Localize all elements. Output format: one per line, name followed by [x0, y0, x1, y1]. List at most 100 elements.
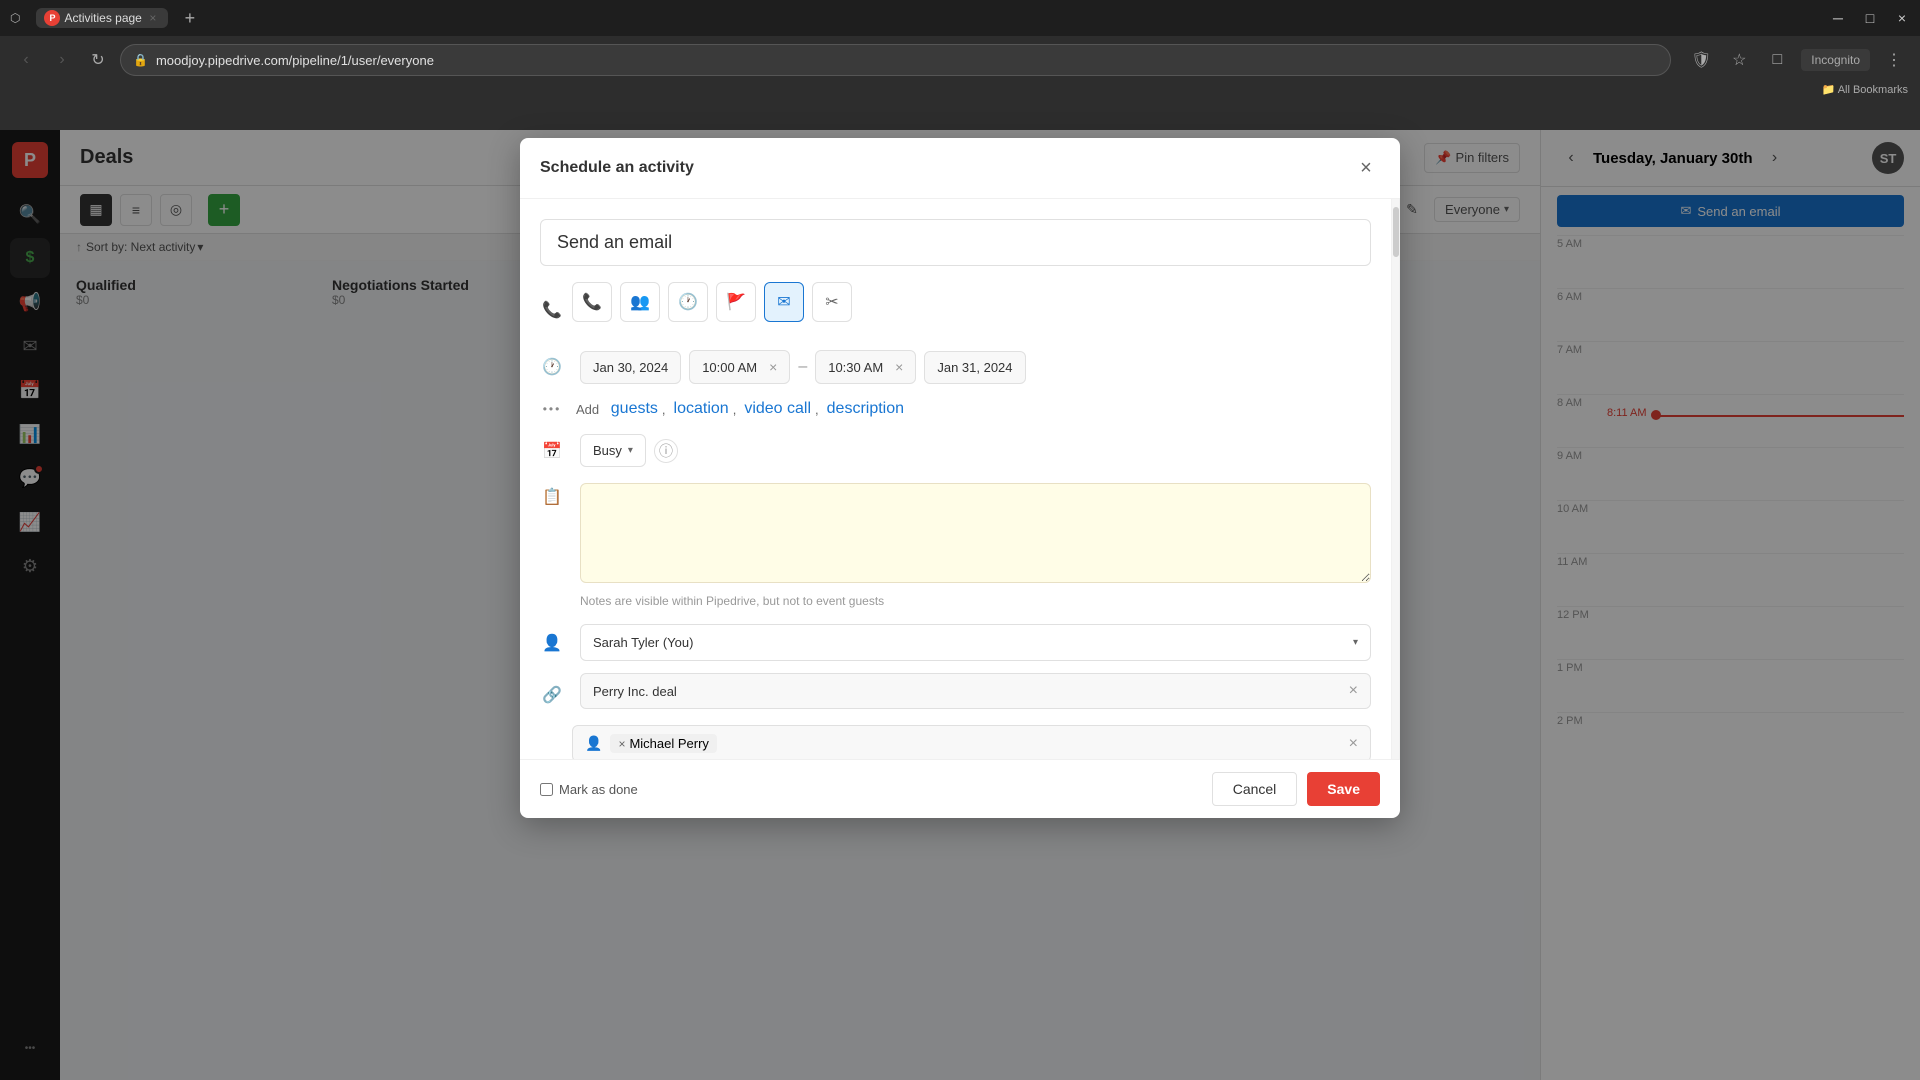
browser-chrome: ⬡ P Activities page × + ─ □ × ‹ › ↻ 🔒 mo… [0, 0, 1920, 130]
add-label: Add [576, 402, 599, 417]
add-guests-link[interactable]: guests [611, 400, 658, 418]
tab-close-button[interactable]: × [146, 11, 160, 25]
star-icon[interactable]: ☆ [1725, 46, 1753, 74]
shield-icon[interactable]: 🛡 [1687, 46, 1715, 74]
maximize-button[interactable]: □ [1862, 10, 1878, 26]
start-time-value: 10:00 AM [702, 360, 757, 375]
type-call-button[interactable]: 📞 [572, 282, 612, 322]
profile-button[interactable]: Incognito [1801, 49, 1870, 71]
modal-close-button[interactable]: × [1352, 154, 1380, 182]
activity-type-row-icon: 📞 [540, 300, 564, 320]
assignee-chevron: ▾ [1353, 637, 1358, 648]
status-select[interactable]: Busy ▾ [580, 434, 646, 467]
bookmarks-bar-label: 📁 All Bookmarks [1822, 83, 1908, 96]
clock-row-icon: 🕐 [540, 357, 564, 377]
clock-icon: 🕐 [542, 357, 562, 377]
type-other-button[interactable]: ✂ [812, 282, 852, 322]
add-description-link[interactable]: description [827, 400, 904, 418]
datetime-row: 🕐 Jan 30, 2024 10:00 AM × – 10:30 AM × [540, 350, 1371, 384]
modal-overlay: Schedule an activity × 📞 📞 [0, 130, 1920, 1080]
tab-title: Activities page [64, 11, 141, 25]
modal-header: Schedule an activity × [520, 138, 1400, 199]
type-email-button[interactable]: ✉ [764, 282, 804, 322]
footer-actions: Cancel Save [1212, 772, 1380, 806]
tab-favicon: P [44, 10, 60, 26]
end-time-clear-button[interactable]: × [895, 359, 903, 375]
lock-icon: 🔒 [133, 53, 148, 67]
deal-label: Perry Inc. deal [593, 684, 1349, 699]
person-field-icon: 👤 [585, 735, 602, 752]
notes-textarea[interactable] [580, 483, 1371, 583]
link-icon: 🔗 [542, 685, 562, 705]
add-space [603, 402, 607, 417]
notes-row-icon: 📋 [540, 487, 564, 507]
new-tab-button[interactable]: + [176, 4, 204, 32]
person-tag: × Michael Perry [610, 734, 716, 753]
start-date-value: Jan 30, 2024 [593, 360, 668, 375]
type-deadline-button[interactable]: 🕐 [668, 282, 708, 322]
person-field-clear-button[interactable]: × [1349, 735, 1358, 753]
menu-icon[interactable]: ⋮ [1880, 46, 1908, 74]
datetime-separator: – [798, 358, 807, 376]
end-date-value: Jan 31, 2024 [937, 360, 1012, 375]
modal-wrapper: Schedule an activity × 📞 📞 [0, 130, 1920, 1080]
deal-clear-button[interactable]: × [1349, 682, 1358, 700]
schedule-activity-modal: Schedule an activity × 📞 📞 [520, 138, 1400, 818]
person-row: 👤 × Michael Perry × [572, 725, 1371, 759]
end-time-field[interactable]: 10:30 AM × [815, 350, 916, 384]
save-button[interactable]: Save [1307, 772, 1380, 806]
type-flag-button[interactable]: 🚩 [716, 282, 756, 322]
add-comma-3: , [815, 402, 819, 417]
assignee-value: Sarah Tyler (You) [593, 635, 693, 650]
notes-row: 📋 Notes are visible within Pipedrive, bu… [540, 483, 1371, 608]
add-video-call-link[interactable]: video call [744, 400, 811, 418]
minimize-button[interactable]: ─ [1830, 10, 1846, 26]
activity-title-input[interactable] [540, 219, 1371, 266]
person-tag-remove-button[interactable]: × [618, 737, 625, 751]
modal-scroll-track [1392, 199, 1400, 759]
modal-footer: Mark as done Cancel Save [520, 759, 1400, 818]
window-close-button[interactable]: × [1894, 10, 1910, 26]
assignee-row-icon: 👤 [540, 633, 564, 653]
assignee-row: 👤 Sarah Tyler (You) ▾ [540, 624, 1371, 661]
calendar-small-icon: 📅 [542, 441, 562, 461]
refresh-button[interactable]: ↻ [84, 46, 112, 74]
address-url: moodjoy.pipedrive.com/pipeline/1/user/ev… [156, 53, 1658, 68]
mark-done-label[interactable]: Mark as done [540, 782, 638, 797]
status-info-button[interactable]: ⓘ [654, 439, 678, 463]
notes-container: Notes are visible within Pipedrive, but … [580, 483, 1371, 608]
profile-label: Incognito [1811, 53, 1860, 67]
cancel-button[interactable]: Cancel [1212, 772, 1298, 806]
address-bar-row: ‹ › ↻ 🔒 moodjoy.pipedrive.com/pipeline/1… [0, 36, 1920, 84]
type-meeting-button[interactable]: 👥 [620, 282, 660, 322]
add-location-link[interactable]: location [674, 400, 729, 418]
mark-done-text: Mark as done [559, 782, 638, 797]
start-time-clear-button[interactable]: × [769, 359, 777, 375]
deal-link-field[interactable]: Perry Inc. deal × [580, 673, 1371, 709]
info-icon: ⓘ [659, 441, 673, 461]
phone-icon: 📞 [542, 300, 562, 320]
start-date-field[interactable]: Jan 30, 2024 [580, 351, 681, 384]
person-icon: 👤 [542, 633, 562, 653]
modal-title: Schedule an activity [540, 159, 694, 177]
person-name: Michael Perry [629, 736, 708, 751]
modal-form: 📞 📞 👥 🕐 🚩 ✉ ✂ [520, 199, 1392, 759]
extension-icon[interactable]: □ [1763, 46, 1791, 74]
back-button[interactable]: ‹ [12, 46, 40, 74]
forward-button[interactable]: › [48, 46, 76, 74]
modal-scroll-thumb[interactable] [1393, 207, 1399, 257]
start-time-field[interactable]: 10:00 AM × [689, 350, 790, 384]
mark-done-checkbox[interactable] [540, 783, 553, 796]
more-options-icon: ••• [540, 402, 564, 416]
person-link-field[interactable]: 👤 × Michael Perry × [572, 725, 1371, 759]
notes-hint: Notes are visible within Pipedrive, but … [580, 594, 1371, 608]
address-bar[interactable]: 🔒 moodjoy.pipedrive.com/pipeline/1/user/… [120, 44, 1671, 76]
status-row-icon: 📅 [540, 441, 564, 461]
assignee-select[interactable]: Sarah Tyler (You) ▾ [580, 624, 1371, 661]
status-row: 📅 Busy ▾ ⓘ [540, 434, 1371, 467]
end-time-value: 10:30 AM [828, 360, 883, 375]
add-comma-1: , [662, 402, 666, 417]
status-value: Busy [593, 443, 622, 458]
add-links-row: ••• Add guests , location , video call ,… [540, 400, 1371, 418]
end-date-field[interactable]: Jan 31, 2024 [924, 351, 1025, 384]
